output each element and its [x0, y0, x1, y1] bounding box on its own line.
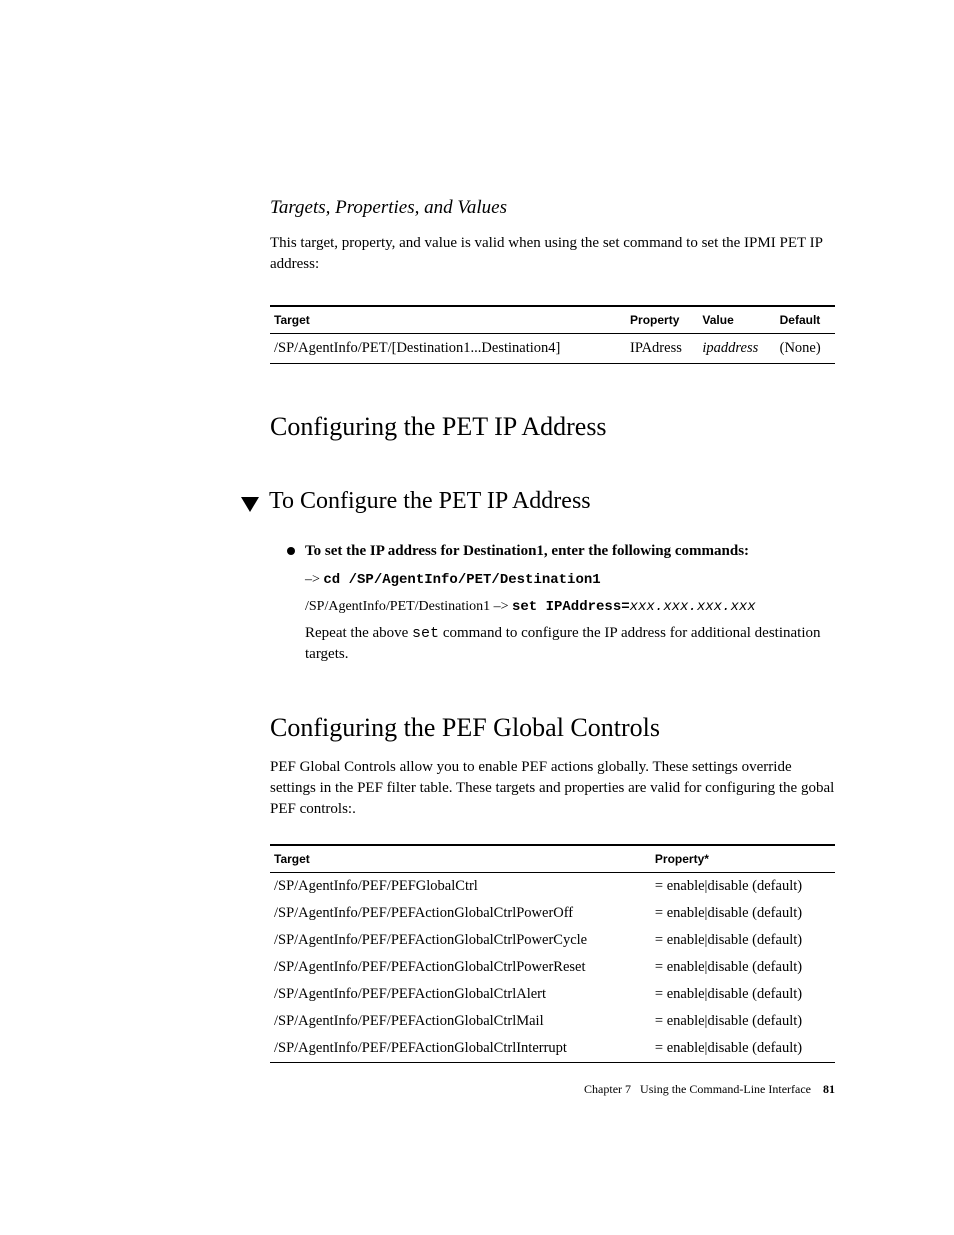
table1-header-property: Property: [626, 306, 698, 334]
heading-configuring-pef-global: Configuring the PEF Global Controls: [270, 713, 835, 743]
note-text: Repeat the above set command to configur…: [305, 623, 835, 665]
pef-global-paragraph: PEF Global Controls allow you to enable …: [270, 757, 835, 820]
table2-cell-target: /SP/AgentInfo/PEF/PEFGlobalCtrl: [270, 873, 651, 901]
command-line-2: /SP/AgentInfo/PET/Destination1 –> set IP…: [305, 597, 835, 618]
note-mono: set: [412, 625, 439, 642]
table1-cell-target: /SP/AgentInfo/PET/[Destination1...Destin…: [270, 334, 626, 364]
command-arg: xxx.xxx.xxx.xxx: [630, 599, 756, 615]
footer-chapter: Chapter 7: [584, 1082, 631, 1096]
bullet-text: To set the IP address for Destination1, …: [305, 541, 749, 562]
table1-header-default: Default: [776, 306, 835, 334]
table1-cell-property: IPAdress: [626, 334, 698, 364]
intro-text: This target, property, and value is vali…: [270, 233, 835, 275]
table2-header-property: Property*: [651, 845, 835, 873]
table2-cell-property: = enable|disable (default): [651, 1008, 835, 1035]
table2-cell-target: /SP/AgentInfo/PEF/PEFActionGlobalCtrlAle…: [270, 981, 651, 1008]
table2-cell-property: = enable|disable (default): [651, 954, 835, 981]
table2-header-target: Target: [270, 845, 651, 873]
heading-to-configure-pet-ip: To Configure the PET IP Address: [269, 488, 591, 515]
table2-cell-target: /SP/AgentInfo/PEF/PEFActionGlobalCtrlPow…: [270, 900, 651, 927]
table-row: /SP/AgentInfo/PEF/PEFActionGlobalCtrlAle…: [270, 981, 835, 1008]
table2-cell-target: /SP/AgentInfo/PEF/PEFActionGlobalCtrlPow…: [270, 927, 651, 954]
table2-cell-property: = enable|disable (default): [651, 1035, 835, 1063]
table1-header-target: Target: [270, 306, 626, 334]
table1-header-value: Value: [698, 306, 775, 334]
table-row: /SP/AgentInfo/PEF/PEFActionGlobalCtrlMai…: [270, 1008, 835, 1035]
table2-cell-target: /SP/AgentInfo/PEF/PEFActionGlobalCtrlMai…: [270, 1008, 651, 1035]
table-row: /SP/AgentInfo/PEF/PEFActionGlobalCtrlInt…: [270, 1035, 835, 1063]
table1-cell-default: (None): [776, 334, 835, 364]
table-row: /SP/AgentInfo/PEF/PEFActionGlobalCtrlPow…: [270, 954, 835, 981]
table2-cell-property: = enable|disable (default): [651, 927, 835, 954]
prompt: –>: [305, 572, 323, 587]
table-row: /SP/AgentInfo/PEF/PEFActionGlobalCtrlPow…: [270, 927, 835, 954]
table2-cell-target: /SP/AgentInfo/PEF/PEFActionGlobalCtrlPow…: [270, 954, 651, 981]
table2-cell-property: = enable|disable (default): [651, 900, 835, 927]
footer-title: Using the Command-Line Interface: [640, 1082, 811, 1096]
bullet-icon: [287, 547, 295, 555]
table1-cell-value: ipaddress: [698, 334, 775, 364]
command-path: /SP/AgentInfo/PET/Destination1 –>: [305, 599, 512, 614]
page-footer: Chapter 7 Using the Command-Line Interfa…: [584, 1082, 835, 1097]
table-row: /SP/AgentInfo/PET/[Destination1...Destin…: [270, 334, 835, 364]
subheading: Targets, Properties, and Values: [270, 197, 835, 219]
table2-cell-property: = enable|disable (default): [651, 981, 835, 1008]
pef-global-controls-table: Target Property* /SP/AgentInfo/PEF/PEFGl…: [270, 844, 835, 1063]
target-property-value-table: Target Property Value Default /SP/AgentI…: [270, 305, 835, 364]
table2-cell-property: = enable|disable (default): [651, 873, 835, 901]
table-row: /SP/AgentInfo/PEF/PEFGlobalCtrl= enable|…: [270, 873, 835, 901]
note-part-a: Repeat the above: [305, 625, 412, 641]
triangle-down-icon: [241, 497, 259, 512]
table-row: /SP/AgentInfo/PEF/PEFActionGlobalCtrlPow…: [270, 900, 835, 927]
command-text: set IPAddress=: [512, 599, 630, 615]
footer-page-number: 81: [823, 1082, 835, 1096]
command-text: cd /SP/AgentInfo/PET/Destination1: [323, 572, 600, 588]
heading-configuring-pet-ip: Configuring the PET IP Address: [270, 412, 835, 442]
command-line-1: –> cd /SP/AgentInfo/PET/Destination1: [305, 570, 835, 591]
table2-cell-target: /SP/AgentInfo/PEF/PEFActionGlobalCtrlInt…: [270, 1035, 651, 1063]
